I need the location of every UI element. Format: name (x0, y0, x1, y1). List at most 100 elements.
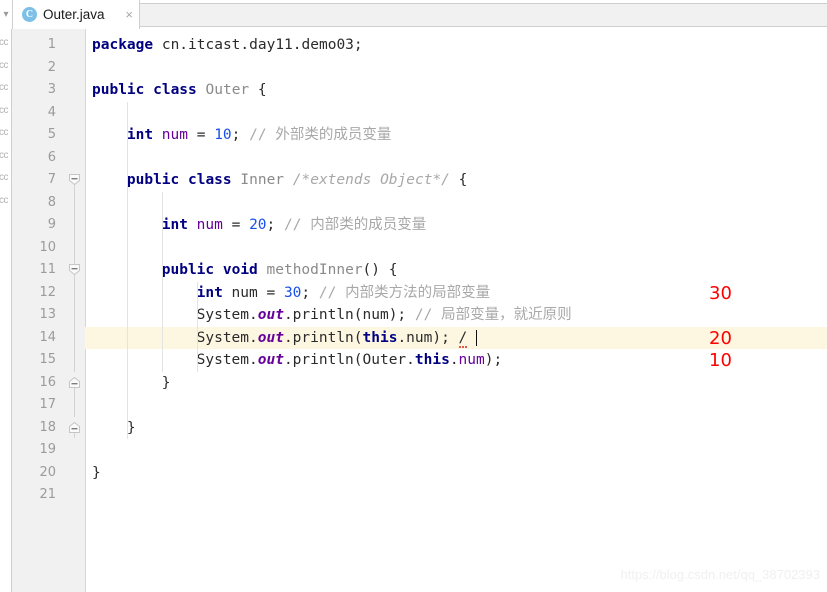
code-token: ; (301, 284, 319, 301)
code-token: ; (266, 217, 285, 233)
tab-outer-java[interactable]: C Outer.java × (12, 0, 140, 29)
line-number: 2 (47, 59, 56, 75)
code-token: 30 (283, 284, 302, 301)
java-class-icon: C (22, 7, 37, 22)
code-token: } (161, 374, 171, 391)
code-line[interactable]: package cn.itcast.day11.demo03; (92, 34, 363, 57)
toolbar-overflow-stub[interactable]: ▾ (0, 0, 12, 29)
close-icon[interactable]: × (125, 8, 133, 21)
line-number: 12 (39, 284, 56, 300)
code-line[interactable]: } (92, 462, 101, 485)
code-token: System. (196, 307, 258, 323)
code-text-area[interactable]: package cn.itcast.day11.demo03; public cl… (86, 29, 827, 592)
fold-collapse-icon[interactable] (69, 174, 80, 185)
text-caret (475, 329, 478, 346)
code-fold-strip[interactable] (63, 29, 85, 592)
code-token: num (161, 127, 188, 143)
indent-guide (196, 281, 198, 372)
line-number: 5 (47, 127, 56, 142)
code-token: System. (196, 329, 258, 346)
code-token: 10 (214, 127, 232, 143)
line-number: 13 (39, 307, 56, 322)
code-line[interactable]: System.out.println(Outer.this.num); (197, 349, 503, 372)
code-token: this (414, 352, 450, 368)
code-token: num (458, 352, 485, 368)
code-token: .println( (283, 329, 363, 346)
code-token: /*extends Object*/ (292, 172, 450, 188)
code-line[interactable]: } (127, 417, 136, 440)
line-number: 10 (39, 239, 56, 255)
indent-guide (126, 101, 128, 439)
panel-text-fragment: cc (0, 82, 9, 93)
code-line[interactable]: System.out.println(this.num); / (197, 327, 476, 350)
code-token: int (161, 217, 197, 233)
indent-guide (161, 191, 163, 372)
tab-strip-empty-area (139, 3, 827, 27)
code-token: = (188, 127, 215, 143)
line-number: 9 (47, 217, 56, 232)
handwritten-output-annotation: 30 (709, 282, 732, 304)
fold-end-icon[interactable] (69, 376, 80, 388)
fold-end-icon[interactable] (69, 421, 80, 433)
line-number: 8 (47, 194, 56, 210)
code-token: package (92, 37, 162, 53)
code-token: ; (231, 127, 250, 143)
panel-text-fragment: cc (0, 194, 9, 206)
panel-text-fragment: cc (0, 172, 9, 183)
tab-label: Outer.java (43, 7, 105, 22)
code-token: .println(Outer. (283, 352, 415, 368)
code-token: } (92, 464, 101, 481)
code-line[interactable]: } (162, 372, 171, 395)
code-token: int (126, 127, 162, 143)
panel-text-fragment: cc (0, 37, 9, 48)
line-number: 20 (39, 464, 56, 480)
code-token: ); (484, 352, 503, 368)
code-line[interactable]: int num = 20; // 内部类的成员变量 (162, 214, 426, 237)
line-number: 15 (39, 352, 56, 367)
line-number: 4 (47, 104, 56, 120)
code-token: Outer (205, 82, 250, 98)
line-number: 17 (39, 397, 56, 412)
line-number: 18 (39, 419, 56, 435)
code-line[interactable]: int num = 10; // 外部类的成员变量 (127, 124, 391, 147)
code-line[interactable]: public void methodInner() { (162, 259, 398, 282)
code-token: .num); (397, 329, 459, 346)
panel-text-fragment: cc (0, 104, 9, 116)
fold-guide-line (74, 270, 75, 372)
line-number: 7 (47, 172, 56, 187)
code-token: public class (92, 82, 206, 98)
code-line[interactable]: System.out.println(num); // 局部变量，就近原则 (197, 304, 572, 327)
code-line[interactable]: int num = 30; // 内部类方法的局部变量 (197, 282, 490, 305)
code-token: this (362, 329, 398, 346)
code-token: cn.itcast.day11.demo03; (161, 37, 363, 53)
watermark: https://blog.csdn.net/qq_38702393 (620, 567, 821, 582)
code-line[interactable]: public class Outer { (92, 79, 267, 102)
handwritten-output-annotation: 10 (709, 350, 732, 371)
handwritten-output-annotation: 20 (709, 327, 732, 349)
line-number: 6 (47, 149, 56, 165)
panel-text-fragment: cc (0, 59, 9, 71)
panel-text-fragment: cc (0, 127, 9, 138)
fold-collapse-icon[interactable] (69, 264, 80, 275)
code-token: . (449, 352, 459, 368)
code-token: // 外部类的成员变量 (249, 127, 392, 143)
code-token: () { (362, 262, 398, 278)
code-token: public class (126, 172, 241, 188)
panel-text-fragment: cc (0, 149, 9, 161)
collapsed-panel-sliver: cc cc cc cc cc cc cc cc (0, 29, 11, 592)
code-token: out (257, 352, 284, 368)
line-number: 3 (47, 82, 56, 97)
code-editor[interactable]: cc cc cc cc cc cc cc cc 1 2 3 4 5 6 7 8 9 10 11 12 13 14 15 16… (0, 29, 827, 592)
code-token: { (449, 172, 468, 188)
line-number-gutter[interactable]: 1 2 3 4 5 6 7 8 9 10 11 12 13 14 15 16 17 18 19 20 21 (11, 29, 63, 592)
code-line[interactable]: public class Inner /*extends Object*/ { (127, 169, 468, 192)
line-number: 21 (39, 487, 56, 502)
code-token: public void (161, 262, 267, 278)
line-number: 11 (39, 262, 56, 277)
code-token: System. (196, 352, 258, 368)
line-number: 19 (39, 442, 56, 457)
code-token: // 内部类方法的局部变量 (318, 284, 491, 301)
code-token: num (231, 284, 258, 301)
code-token: 20 (249, 217, 267, 233)
code-token: .println(num); (283, 307, 415, 323)
